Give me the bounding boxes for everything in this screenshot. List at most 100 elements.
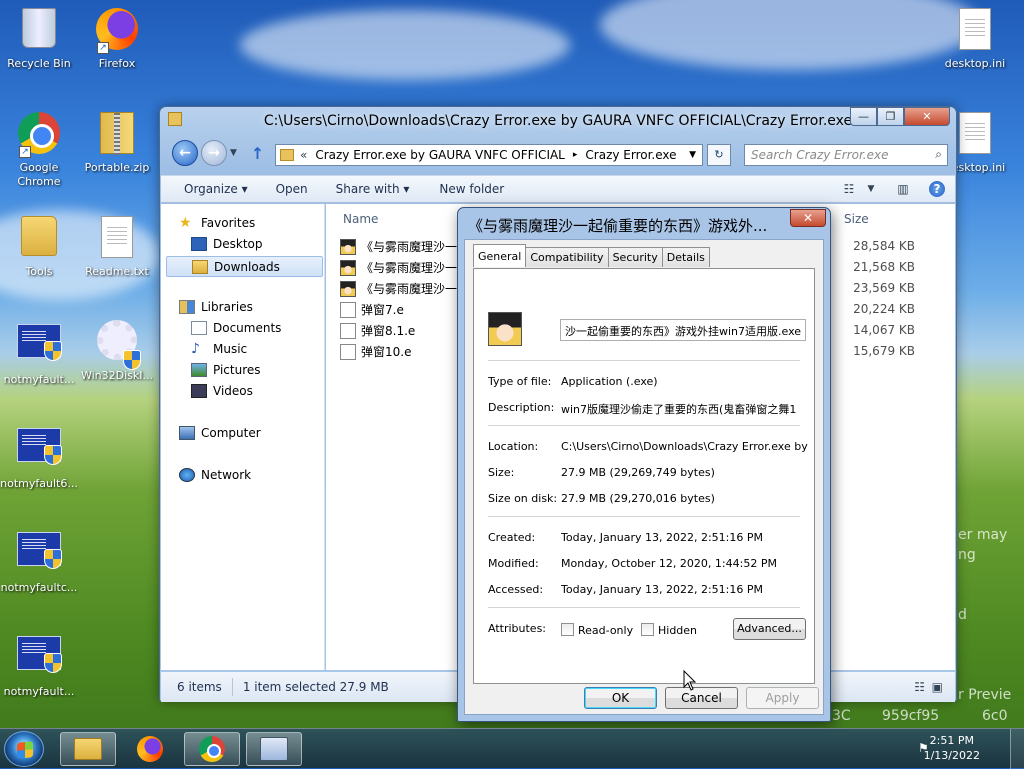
file-name-field[interactable]: 沙一起偷重要的东西》游戏外挂win7适用版.exe — [560, 319, 806, 341]
address-separator-icon[interactable]: ▸ — [573, 150, 578, 160]
preview-pane-icon[interactable]: ▥ — [895, 181, 911, 197]
forward-button[interactable]: → — [201, 140, 227, 166]
desktop-icon-win32diskimager[interactable]: Win32DiskI... — [78, 320, 156, 383]
music-icon: ♪ — [191, 341, 200, 357]
desktop-icon-desktop-ini[interactable]: desktop.ini — [936, 8, 1014, 71]
desktop-icon-firefox[interactable]: ↗ Firefox — [78, 8, 156, 71]
tab-security[interactable]: Security — [607, 247, 663, 267]
marisa-exe-icon — [340, 280, 356, 297]
address-segment[interactable]: Crazy Error.exe — [585, 148, 676, 162]
recent-pages-chevron-icon[interactable]: ▼ — [230, 148, 237, 158]
background-text: 3C — [832, 708, 851, 724]
taskbar-chrome[interactable] — [184, 732, 240, 766]
change-view-icon[interactable]: ☷ — [841, 181, 857, 197]
nav-documents[interactable]: Documents — [191, 321, 281, 335]
address-segment[interactable]: Crazy Error.exe by GAURA VNFC OFFICIAL — [315, 148, 565, 162]
new-folder-button[interactable]: New folder — [423, 182, 518, 196]
nav-favorites[interactable]: ★ Favorites — [179, 216, 255, 230]
divider — [488, 607, 800, 608]
computer-icon — [179, 426, 195, 440]
search-input[interactable]: Search Crazy Error.exe ⌕ — [744, 144, 948, 166]
nav-downloads[interactable]: Downloads — [166, 256, 323, 277]
file-size: 15,679 KB — [853, 344, 915, 358]
start-button[interactable] — [4, 731, 44, 767]
file-row[interactable]: 《与雾雨魔理沙一 — [340, 259, 457, 276]
mouse-cursor-icon — [683, 670, 697, 691]
file-row[interactable]: 《与雾雨魔理沙一 — [340, 238, 457, 255]
tab-details[interactable]: Details — [661, 247, 710, 267]
nav-videos[interactable]: Videos — [191, 384, 253, 398]
read-only-checkbox[interactable]: Read-only — [561, 623, 633, 637]
taskbar-control-panel[interactable] — [246, 732, 302, 766]
file-icon — [340, 301, 356, 318]
open-button[interactable]: Open — [262, 182, 322, 196]
nav-libraries[interactable]: Libraries — [179, 300, 253, 314]
column-header-size[interactable]: Size — [844, 212, 869, 226]
taskbar-explorer[interactable] — [60, 732, 116, 766]
desktop-icon-tools[interactable]: Tools — [0, 216, 78, 279]
file-row[interactable]: 弹窗8.1.e — [340, 322, 415, 339]
desktop-icon-readme[interactable]: Readme.txt — [78, 216, 156, 279]
ok-button[interactable]: OK — [584, 687, 657, 709]
tab-compatibility[interactable]: Compatibility — [525, 247, 609, 267]
hidden-checkbox[interactable]: Hidden — [641, 623, 697, 637]
checkbox-box[interactable] — [641, 623, 654, 636]
file-size: 20,224 KB — [853, 302, 915, 316]
search-icon[interactable]: ⌕ — [935, 147, 942, 162]
advanced-button[interactable]: Advanced... — [733, 618, 806, 640]
column-header-name[interactable]: Name — [343, 212, 378, 226]
attributes-label: Attributes: — [488, 622, 547, 635]
desktop-icon-chrome[interactable]: ↗ Google Chrome — [0, 112, 78, 189]
close-button[interactable]: ✕ — [904, 107, 950, 126]
checkbox-box[interactable] — [561, 623, 574, 636]
help-icon[interactable]: ? — [929, 181, 945, 197]
desktop-icon-recycle-bin[interactable]: Recycle Bin — [0, 8, 78, 71]
divider — [488, 516, 800, 517]
show-desktop-button[interactable] — [1010, 729, 1024, 769]
apply-button[interactable]: Apply — [746, 687, 819, 709]
nav-pictures[interactable]: Pictures — [191, 363, 261, 377]
app-icon — [17, 324, 62, 361]
nav-music[interactable]: ♪ Music — [191, 342, 247, 356]
shortcut-arrow-icon: ↗ — [19, 146, 31, 158]
file-row[interactable]: 弹窗7.e — [340, 301, 404, 318]
back-button[interactable]: ← — [172, 140, 198, 166]
dialog-close-button[interactable]: ✕ — [790, 209, 826, 227]
address-chevron[interactable]: « — [300, 148, 307, 162]
created-value: Today, January 13, 2022, 2:51:16 PM — [561, 531, 764, 544]
minimize-button[interactable]: — — [850, 107, 877, 126]
app-icon — [17, 532, 62, 569]
nav-computer[interactable]: Computer — [179, 426, 261, 440]
desktop-icon-notmyfault-2[interactable]: notmyfault... — [0, 632, 78, 699]
chrome-icon — [199, 736, 225, 762]
wallpaper-cloud — [600, 0, 980, 70]
desktop-icon-notmyfault64[interactable]: notmyfault6... — [0, 424, 78, 491]
share-with-button[interactable]: Share with ▾ — [322, 182, 424, 196]
nav-desktop[interactable]: Desktop — [191, 237, 263, 251]
refresh-button[interactable]: ↻ — [707, 144, 731, 166]
organize-button[interactable]: Organize ▾ — [161, 182, 262, 196]
view-dropdown-icon[interactable]: ▼ — [867, 181, 875, 197]
cancel-button[interactable]: Cancel — [665, 687, 738, 709]
address-dropdown-icon[interactable]: ▼ — [689, 150, 696, 160]
address-bar[interactable]: « Crazy Error.exe by GAURA VNFC OFFICIAL… — [275, 144, 703, 166]
file-row[interactable]: 《与雾雨魔理沙一 — [340, 280, 457, 297]
size-label: Size: — [488, 466, 515, 479]
large-icons-view-icon[interactable]: ▣ — [932, 680, 943, 694]
taskbar-firefox[interactable] — [122, 732, 178, 766]
details-view-icon[interactable]: ☷ — [914, 680, 925, 694]
uac-shield-icon — [123, 350, 141, 370]
nav-network[interactable]: Network — [179, 468, 251, 482]
taskbar: ⚑ 2:51 PM 1/13/2022 — [0, 728, 1024, 769]
recycle-bin-icon — [22, 8, 56, 48]
file-row[interactable]: 弹窗10.e — [340, 343, 411, 360]
desktop-icon-portable-zip[interactable]: Portable.zip — [78, 112, 156, 175]
maximize-button[interactable]: ❐ — [877, 107, 904, 126]
desktop-icon-notmyfault[interactable]: notmyfault... — [0, 320, 78, 387]
app-icon — [17, 428, 62, 465]
modified-label: Modified: — [488, 557, 539, 570]
up-arrow-icon[interactable]: ↑ — [251, 144, 264, 163]
system-clock[interactable]: 2:51 PM 1/13/2022 — [924, 733, 980, 763]
desktop-icon-notmyfaultc[interactable]: notmyfaultc... — [0, 528, 78, 595]
tab-general[interactable]: General — [473, 244, 527, 267]
